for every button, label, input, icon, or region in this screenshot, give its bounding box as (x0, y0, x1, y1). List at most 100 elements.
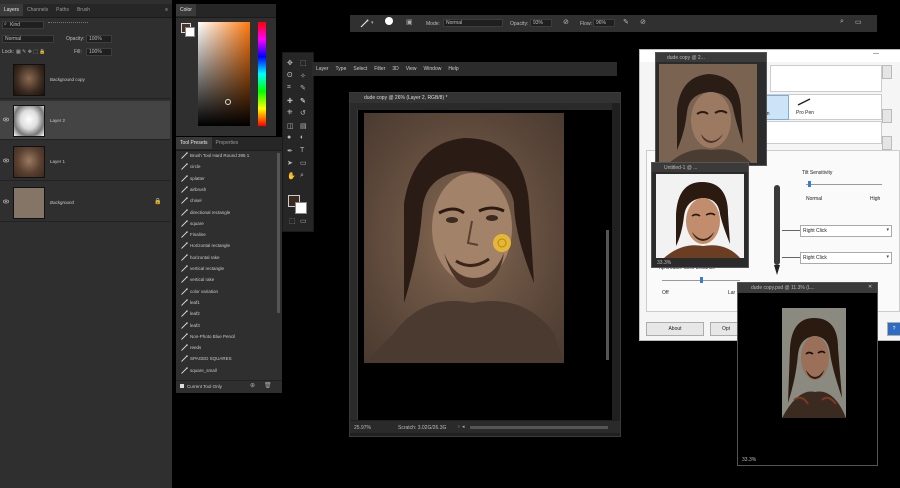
eye-icon[interactable] (3, 158, 9, 163)
menu-item[interactable]: Filter (374, 66, 385, 72)
reference-window-1-tab[interactable]: dude copy @ 2... (656, 53, 766, 62)
canvas-area[interactable] (358, 110, 612, 420)
zoom-tool-icon[interactable]: ⌕ (300, 172, 309, 181)
tool-preset-item[interactable]: vertical rectangle (176, 264, 276, 274)
painting-canvas[interactable] (364, 113, 564, 363)
new-preset-icon[interactable]: ⊕ (250, 382, 255, 389)
double-click-slider-thumb[interactable] (700, 277, 703, 283)
stamp-tool-icon[interactable]: ⎈ (287, 109, 296, 118)
marquee-tool-icon[interactable]: ⬚ (300, 59, 309, 68)
tab-layers[interactable]: Layers (0, 4, 24, 16)
tool-preset-item[interactable]: leaf3 (176, 321, 276, 331)
move-tool-icon[interactable]: ✥ (287, 59, 296, 68)
layer-row[interactable]: Background 🔒 (0, 183, 170, 222)
tool-preset-item[interactable]: Finaline (176, 230, 276, 240)
scroll-left-icon[interactable]: ◂ (462, 424, 465, 430)
pressure-opacity-icon[interactable]: ⊘ (563, 18, 569, 26)
chevron-down-icon[interactable]: ▾ (371, 20, 374, 26)
canvas-scrollbar-v[interactable] (606, 230, 609, 360)
delete-preset-icon[interactable]: 🗑 (264, 382, 272, 389)
tab-channels[interactable]: Channels (23, 4, 52, 16)
color-field[interactable] (198, 22, 250, 126)
lasso-tool-icon[interactable]: ʘ (287, 72, 296, 81)
magic-wand-tool-icon[interactable]: ✧ (300, 72, 309, 81)
tool-preset-item[interactable]: horizontal rake (176, 253, 276, 263)
tool-preset-item[interactable]: airbrush (176, 185, 276, 195)
pen-tool-icon[interactable]: ✒ (287, 147, 296, 156)
menu-item[interactable]: Type (336, 66, 347, 72)
tilt-slider[interactable] (806, 181, 882, 187)
background-swatch[interactable] (185, 27, 195, 37)
close-icon[interactable]: ✕ (868, 284, 872, 290)
zoom-level[interactable]: 25.97% (354, 425, 371, 431)
eye-icon[interactable] (3, 199, 9, 204)
menu-item[interactable]: 3D (392, 66, 398, 72)
history-brush-tool-icon[interactable]: ↺ (300, 109, 309, 118)
shape-tool-icon[interactable]: ▭ (300, 159, 309, 168)
opacity-field[interactable]: 93% (530, 19, 552, 27)
crop-tool-icon[interactable]: ⌗ (287, 84, 296, 93)
tool-preset-item[interactable]: leaf1 (176, 298, 276, 308)
tool-preset-item[interactable]: SPAGED SQUARES (176, 354, 276, 364)
airbrush-icon[interactable]: ✎ (623, 18, 629, 26)
tool-preset-item[interactable]: Non-Photo Blue Pencil (176, 332, 276, 342)
menu-item[interactable]: View (406, 66, 417, 72)
brush-size-picker[interactable] (385, 17, 393, 25)
gradient-tool-icon[interactable]: ▤ (300, 122, 309, 131)
about-button[interactable]: About (646, 322, 704, 336)
kind-select[interactable]: ⌕ Kind (2, 21, 44, 29)
minimize-icon[interactable]: — (873, 51, 879, 57)
layer-row-selected[interactable]: Layer 2 (0, 101, 170, 140)
blur-tool-icon[interactable]: ● (287, 134, 296, 143)
opacity-field[interactable]: 100% (86, 35, 112, 43)
status-arrow-icon[interactable]: › (458, 424, 460, 430)
menu-item[interactable]: Help (448, 66, 458, 72)
tool-preset-item[interactable]: square (176, 219, 276, 229)
tilt-slider-thumb[interactable] (808, 181, 811, 187)
tool-preset-item[interactable]: chisel (176, 196, 276, 206)
brush-panel-icon[interactable]: ▣ (406, 18, 413, 26)
path-select-tool-icon[interactable]: ➤ (287, 159, 296, 168)
menu-item[interactable]: Select (353, 66, 367, 72)
tool-preset-item[interactable]: color variation (176, 287, 276, 297)
document-tab[interactable]: dude copy @ 26% (Layer 2, RGB/8) * (350, 93, 620, 103)
filter-icons[interactable] (48, 22, 88, 28)
pen-button-2-select[interactable]: Right Click ▾ (800, 252, 892, 264)
quick-mask-icon[interactable]: ⬚ (289, 217, 296, 225)
eye-icon[interactable] (3, 117, 9, 122)
canvas-scrollbar-h[interactable] (470, 426, 608, 429)
layer-row[interactable]: Layer 1 (0, 142, 170, 181)
checkbox[interactable] (180, 384, 184, 388)
tool-presets-scrollbar[interactable] (277, 153, 280, 313)
menu-item[interactable]: Layer (316, 66, 329, 72)
eraser-tool-icon[interactable]: ◫ (287, 122, 296, 131)
background-color[interactable] (295, 202, 307, 214)
hue-slider[interactable] (258, 22, 266, 126)
eyedropper-tool-icon[interactable]: ✎ (300, 84, 309, 93)
panel-menu-icon[interactable]: ≡ (165, 7, 168, 13)
tab-properties[interactable]: Properties (212, 137, 243, 149)
healing-tool-icon[interactable]: ✚ (287, 97, 296, 106)
pen-button-1-select[interactable]: Right Click ▾ (800, 225, 892, 237)
blend-mode-select[interactable]: Normal (2, 35, 54, 43)
lock-icons[interactable]: ▦ ✎ ✥ ⬚ 🔒 (16, 49, 46, 55)
tab-color[interactable]: Color (176, 4, 196, 16)
reference-window-2-tab[interactable]: Untitled-1 @ ... (652, 163, 748, 172)
tool-preset-item[interactable]: reeds (176, 343, 276, 353)
hand-tool-icon[interactable]: ✋ (287, 172, 296, 181)
list-scroll-buttons[interactable] (882, 65, 892, 150)
tab-brush[interactable]: Brush (73, 4, 94, 16)
tab-tool-presets[interactable]: Tool Presets (176, 137, 212, 149)
workspace-icon[interactable]: ▭ (855, 18, 862, 26)
double-click-slider[interactable] (662, 277, 740, 283)
tool-preset-item[interactable]: leaf2 (176, 309, 276, 319)
tool-preset-item[interactable]: vertical rake (176, 275, 276, 285)
tool-preset-item[interactable]: splatter (176, 174, 276, 184)
tab-paths[interactable]: Paths (52, 4, 73, 16)
tool-preset-item[interactable]: square_small (176, 366, 276, 376)
screen-mode-icon[interactable]: ▭ (300, 217, 307, 225)
fill-field[interactable]: 100% (86, 48, 112, 56)
brush-tool-icon[interactable]: ✎ (300, 97, 309, 106)
type-tool-icon[interactable]: T (300, 147, 309, 156)
brush-tool-icon[interactable] (360, 19, 369, 28)
